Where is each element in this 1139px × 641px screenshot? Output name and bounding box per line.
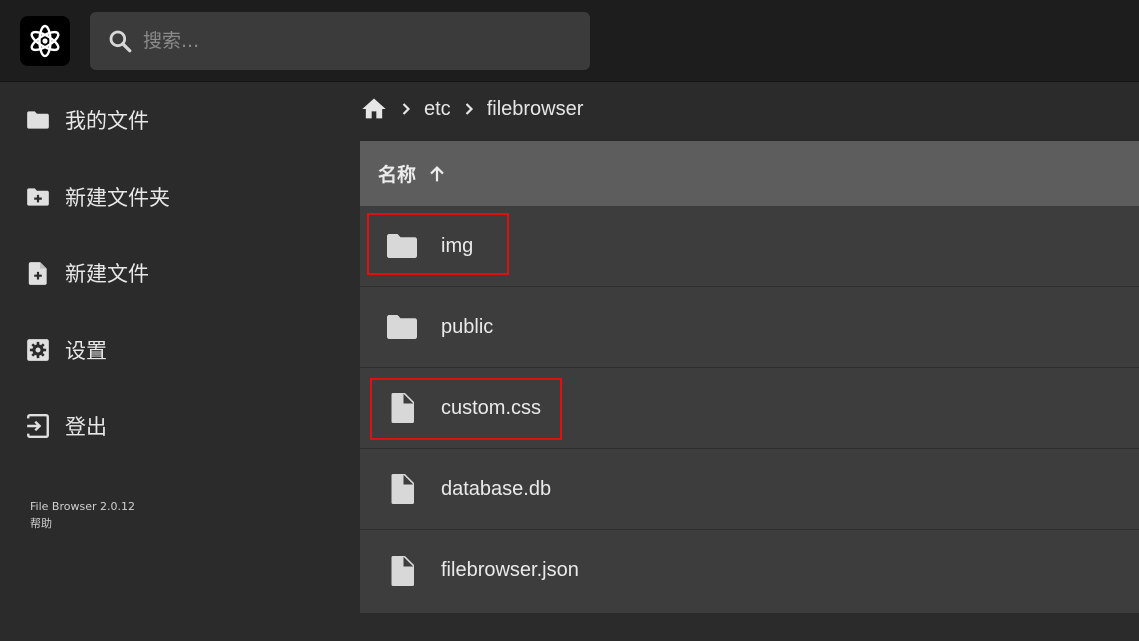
list-header: 名称 [360, 141, 1139, 206]
folder-icon [24, 106, 52, 134]
file-name: public [441, 315, 494, 338]
breadcrumb-link-filebrowser[interactable]: filebrowser [487, 98, 584, 121]
help-link[interactable]: 帮助 [30, 515, 135, 532]
file-name: filebrowser.json [441, 559, 579, 581]
list-item[interactable]: custom.css [360, 368, 1139, 449]
file-icon [382, 469, 422, 509]
home-icon[interactable] [360, 95, 388, 123]
sidebar-item-label: 新建文件夹 [65, 186, 170, 210]
list-item[interactable]: database.db [360, 449, 1139, 530]
column-header-name[interactable]: 名称 [378, 160, 416, 187]
sidebar-item-new-file[interactable]: 新建文件 [0, 245, 340, 301]
search-box[interactable] [90, 12, 590, 70]
search-input[interactable] [143, 30, 563, 52]
folder-icon [382, 226, 422, 266]
new-file-icon [24, 259, 52, 287]
credits: File Browser 2.0.12 帮助 [30, 498, 135, 532]
atom-logo-icon [30, 24, 60, 58]
file-list: 名称 img public custom.css database.db fil… [360, 141, 1139, 613]
version-text[interactable]: File Browser 2.0.12 [30, 498, 135, 515]
sidebar-item-my-files[interactable]: 我的文件 [0, 92, 340, 148]
top-bar [0, 0, 1139, 82]
sidebar-item-logout[interactable]: 登出 [0, 398, 340, 454]
list-item[interactable]: img [360, 206, 1139, 287]
sidebar: 我的文件 新建文件夹 新建文件 设置 登出 File Browser 2.0.1… [0, 82, 340, 641]
settings-icon [24, 336, 52, 364]
file-icon [382, 551, 422, 591]
app-logo[interactable] [20, 16, 70, 66]
sidebar-item-label: 新建文件 [65, 262, 149, 286]
sidebar-item-new-folder[interactable]: 新建文件夹 [0, 169, 340, 225]
list-item[interactable]: filebrowser.json [360, 530, 1139, 611]
folder-icon [382, 307, 422, 347]
breadcrumb: etc filebrowser [360, 92, 583, 126]
sidebar-item-label: 设置 [65, 339, 107, 363]
search-icon[interactable] [107, 28, 133, 54]
sidebar-item-label: 我的文件 [65, 109, 149, 133]
arrow-up-icon[interactable] [426, 163, 448, 185]
chevron-right-icon [394, 97, 418, 121]
logout-icon [24, 412, 52, 440]
file-icon [382, 388, 422, 428]
chevron-right-icon [457, 97, 481, 121]
breadcrumb-link-etc[interactable]: etc [424, 98, 451, 121]
file-name: custom.css [441, 396, 542, 419]
sidebar-item-label: 登出 [65, 415, 107, 439]
new-folder-icon [24, 183, 52, 211]
file-name: database.db [441, 477, 552, 500]
sidebar-item-settings[interactable]: 设置 [0, 322, 340, 378]
file-name: img [441, 234, 474, 257]
list-item[interactable]: public [360, 287, 1139, 368]
